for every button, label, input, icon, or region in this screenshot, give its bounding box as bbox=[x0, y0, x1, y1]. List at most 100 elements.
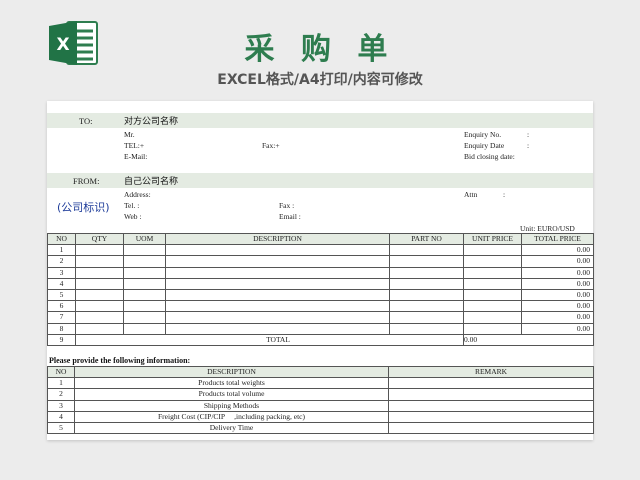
unit-price-cell[interactable] bbox=[463, 244, 522, 257]
description-cell[interactable] bbox=[165, 311, 390, 324]
info-row-no: 1 bbox=[47, 377, 75, 390]
row-no: 5 bbox=[47, 288, 76, 302]
grand-total-value: 0.00 bbox=[463, 333, 594, 346]
part-no-cell[interactable] bbox=[389, 322, 464, 335]
from-label: FROM: bbox=[73, 176, 100, 186]
qty-cell[interactable] bbox=[75, 255, 124, 268]
col-header-uom: UOM bbox=[123, 232, 166, 246]
qty-cell[interactable] bbox=[75, 288, 124, 302]
unit-price-cell[interactable] bbox=[463, 288, 522, 302]
row-no: 3 bbox=[47, 266, 76, 279]
qty-cell[interactable] bbox=[75, 244, 124, 257]
total-price-cell: 0.00 bbox=[521, 266, 594, 279]
order-table-header: NO QTY UOM DESCRIPTION PART NO UNIT PRIC… bbox=[47, 232, 594, 246]
table-row: 7 0.00 bbox=[47, 311, 594, 324]
from-company-name[interactable]: 自己公司名称 bbox=[124, 174, 178, 187]
total-price-cell: 0.00 bbox=[521, 322, 594, 335]
qty-cell[interactable] bbox=[75, 311, 124, 324]
qty-cell[interactable] bbox=[75, 300, 124, 313]
part-no-cell[interactable] bbox=[389, 277, 464, 290]
part-no-cell[interactable] bbox=[389, 255, 464, 268]
from-tel[interactable]: Tel. : bbox=[124, 201, 139, 210]
description-cell[interactable] bbox=[165, 288, 390, 302]
qty-cell[interactable] bbox=[75, 322, 124, 335]
uom-cell[interactable] bbox=[123, 277, 166, 290]
currency-unit: Unit: EURO/USD bbox=[520, 224, 575, 233]
info-table-header: NO DESCRIPTION REMARK bbox=[47, 365, 594, 379]
page-subtitle: EXCEL格式/A4打印/内容可修改 bbox=[217, 72, 423, 88]
unit-price-cell[interactable] bbox=[463, 266, 522, 279]
to-mr[interactable]: Mr. bbox=[124, 130, 135, 139]
info-remark-cell[interactable] bbox=[388, 399, 594, 412]
info-remark-cell[interactable] bbox=[388, 377, 594, 390]
row-no: 6 bbox=[47, 300, 76, 313]
unit-price-cell[interactable] bbox=[463, 255, 522, 268]
bid-closing-label: Bid closing date: bbox=[464, 152, 515, 161]
uom-cell[interactable] bbox=[123, 311, 166, 324]
part-no-cell[interactable] bbox=[389, 288, 464, 302]
part-no-cell[interactable] bbox=[389, 311, 464, 324]
row-no: 7 bbox=[47, 311, 76, 324]
row-no: 2 bbox=[47, 255, 76, 268]
to-label: TO: bbox=[79, 116, 93, 126]
description-cell[interactable] bbox=[165, 244, 390, 257]
info-row-no: 3 bbox=[47, 399, 75, 412]
from-fax[interactable]: Fax : bbox=[279, 201, 294, 210]
unit-price-cell[interactable] bbox=[463, 277, 522, 290]
description-cell[interactable] bbox=[165, 300, 390, 313]
description-cell[interactable] bbox=[165, 266, 390, 279]
description-cell[interactable] bbox=[165, 322, 390, 335]
total-price-cell: 0.00 bbox=[521, 244, 594, 257]
col-header-qty: QTY bbox=[75, 232, 124, 246]
from-web[interactable]: Web : bbox=[124, 212, 142, 221]
to-fax[interactable]: Fax:+ bbox=[262, 141, 280, 150]
table-row: 5 Delivery Time bbox=[47, 421, 594, 435]
from-attn-colon: : bbox=[503, 190, 506, 199]
part-no-cell[interactable] bbox=[389, 266, 464, 279]
qty-cell[interactable] bbox=[75, 277, 124, 290]
uom-cell[interactable] bbox=[123, 244, 166, 257]
from-attn-label: Attn bbox=[464, 190, 478, 199]
total-price-cell: 0.00 bbox=[521, 277, 594, 290]
uom-cell[interactable] bbox=[123, 255, 166, 268]
info-request-note: Please provide the following information… bbox=[49, 356, 191, 365]
purchase-order-sheet: TO: 对方公司名称 Mr. TEL:+ Fax:+ E-Mail: Enqui… bbox=[47, 101, 594, 440]
total-price-cell: 0.00 bbox=[521, 311, 594, 324]
row-no: 9 bbox=[47, 333, 76, 346]
uom-cell[interactable] bbox=[123, 288, 166, 302]
table-row: 4 Freight Cost (CIP/CIP ,including packi… bbox=[47, 410, 594, 423]
to-tel[interactable]: TEL:+ bbox=[124, 141, 144, 150]
info-remark-cell[interactable] bbox=[388, 410, 594, 423]
col-header-description: DESCRIPTION bbox=[165, 232, 390, 246]
info-col-header-description: DESCRIPTION bbox=[74, 365, 389, 379]
description-cell[interactable] bbox=[165, 277, 390, 290]
uom-cell[interactable] bbox=[123, 300, 166, 313]
info-row-no: 4 bbox=[47, 410, 75, 423]
to-company-name[interactable]: 对方公司名称 bbox=[124, 114, 178, 127]
col-header-no: NO bbox=[47, 232, 76, 246]
unit-price-cell[interactable] bbox=[463, 300, 522, 313]
table-row: 3 0.00 bbox=[47, 266, 594, 279]
unit-price-cell[interactable] bbox=[463, 311, 522, 324]
part-no-cell[interactable] bbox=[389, 300, 464, 313]
info-table: NO DESCRIPTION REMARK 1 Products total w… bbox=[47, 365, 594, 435]
qty-cell[interactable] bbox=[75, 266, 124, 279]
part-no-cell[interactable] bbox=[389, 244, 464, 257]
unit-price-cell[interactable] bbox=[463, 322, 522, 335]
total-label: TOTAL bbox=[75, 333, 464, 346]
from-email[interactable]: Email : bbox=[279, 212, 301, 221]
order-table: NO QTY UOM DESCRIPTION PART NO UNIT PRIC… bbox=[47, 232, 594, 346]
table-row: 1 0.00 bbox=[47, 244, 594, 257]
from-address[interactable]: Address: bbox=[124, 190, 151, 199]
info-remark-cell[interactable] bbox=[388, 421, 594, 435]
uom-cell[interactable] bbox=[123, 266, 166, 279]
info-remark-cell[interactable] bbox=[388, 388, 594, 401]
uom-cell[interactable] bbox=[123, 322, 166, 335]
from-band: FROM: 自己公司名称 bbox=[47, 173, 593, 188]
page-title: 采 购 单 bbox=[244, 32, 396, 67]
description-cell[interactable] bbox=[165, 255, 390, 268]
table-row: 2 0.00 bbox=[47, 255, 594, 268]
table-row: 3 Shipping Methods bbox=[47, 399, 594, 412]
to-email[interactable]: E-Mail: bbox=[124, 152, 147, 161]
info-col-header-no: NO bbox=[47, 365, 75, 379]
